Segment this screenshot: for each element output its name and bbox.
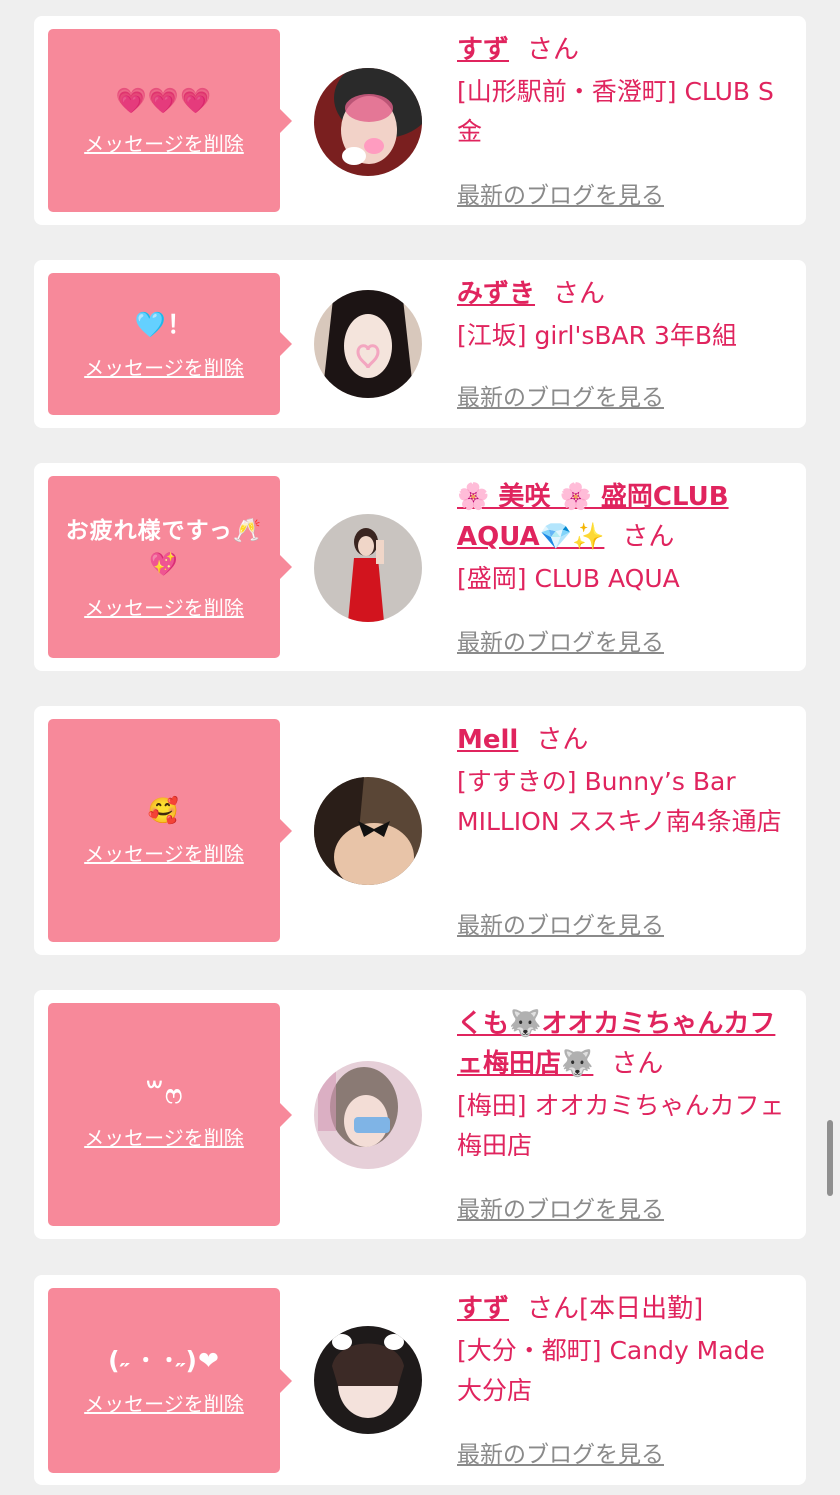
avatar[interactable]: [314, 1326, 422, 1434]
message-card: 💗💗💗 メッセージを削除 すず さん [山形駅前・香澄町] CLUB S金 最新の…: [34, 16, 806, 225]
honorific: さん: [622, 522, 675, 552]
sender-name-line: くも🐺オオカミちゃんカフェ梅田店🐺 さん: [457, 1004, 792, 1084]
shop-name: [大分・都町] Candy Made 大分店: [457, 1336, 765, 1405]
message-bubble: ꒳ෆ メッセージを削除: [48, 1003, 292, 1226]
sender-name-link[interactable]: みずき: [457, 279, 535, 309]
message-card: お疲れ様ですっ🥂💖 メッセージを削除 🌸 美咲 🌸 盛岡CLUB AQUA💎✨ さ…: [34, 463, 806, 671]
message-card: ꒳ෆ メッセージを削除 くも🐺オオカミちゃんカフェ梅田店🐺 さん [梅田] オオカ…: [34, 990, 806, 1239]
message-bubble: 🥰 メッセージを削除: [48, 719, 292, 942]
avatar[interactable]: [314, 777, 422, 885]
message-card: (˶ ･ ･˶)❤ メッセージを削除 すず さん[本日出勤] [大分・都町] Ca…: [34, 1275, 806, 1485]
sender-info: Mell さん [すすきの] Bunny’s Bar MILLION ススキノ南4…: [457, 720, 792, 842]
shop-name: [盛岡] CLUB AQUA: [457, 564, 680, 593]
message-text: (˶ ･ ･˶)❤: [108, 1346, 220, 1375]
avatar[interactable]: [314, 514, 422, 622]
message-card: 🥰 メッセージを削除 Mell さん [すすきの] Bunny’s Bar MIL…: [34, 706, 806, 955]
sender-info: くも🐺オオカミちゃんカフェ梅田店🐺 さん [梅田] オオカミちゃんカフェ梅田店: [457, 1004, 792, 1166]
name-extra: [本日出勤]: [579, 1294, 704, 1324]
sender-name-line: みずき さん: [457, 274, 792, 314]
avatar-photo-icon: [314, 514, 422, 622]
sender-name-line: Mell さん: [457, 720, 792, 760]
view-blog-link[interactable]: 最新のブログを見る: [457, 1435, 664, 1469]
delete-message-link[interactable]: メッセージを削除: [84, 838, 244, 867]
delete-message-link[interactable]: メッセージを削除: [84, 1388, 244, 1417]
message-bubble: 🩵！ メッセージを削除: [48, 273, 292, 415]
avatar-photo-icon: [314, 777, 422, 885]
view-blog-link[interactable]: 最新のブログを見る: [457, 378, 664, 412]
avatar[interactable]: [314, 1061, 422, 1169]
message-text: 🩵！: [134, 309, 194, 339]
sender-name-link[interactable]: すず: [457, 35, 509, 65]
message-text: ꒳ෆ: [144, 1080, 184, 1109]
sender-info: みずき さん [江坂] girl'sBAR 3年B組: [457, 274, 792, 356]
sender-name-link[interactable]: 🌸 美咲 🌸 盛岡CLUB AQUA💎✨: [457, 482, 729, 552]
sender-info: すず さん [山形駅前・香澄町] CLUB S金: [457, 30, 792, 152]
view-blog-link[interactable]: 最新のブログを見る: [457, 906, 664, 940]
message-text: 💗💗💗: [115, 86, 213, 115]
avatar-photo-icon: [314, 68, 422, 176]
honorific: さん: [527, 35, 580, 65]
message-bubble: お疲れ様ですっ🥂💖 メッセージを削除: [48, 476, 292, 658]
shop-name: [梅田] オオカミちゃんカフェ梅田店: [457, 1091, 785, 1160]
view-blog-link[interactable]: 最新のブログを見る: [457, 176, 664, 210]
shop-name: [山形駅前・香澄町] CLUB S金: [457, 77, 774, 146]
view-blog-link[interactable]: 最新のブログを見る: [457, 623, 664, 657]
view-blog-link[interactable]: 最新のブログを見る: [457, 1190, 664, 1224]
honorific: さん: [611, 1049, 664, 1079]
sender-info: 🌸 美咲 🌸 盛岡CLUB AQUA💎✨ さん [盛岡] CLUB AQUA: [457, 477, 792, 599]
delete-message-link[interactable]: メッセージを削除: [84, 128, 244, 157]
avatar-photo-icon: [314, 1061, 422, 1169]
avatar[interactable]: [314, 290, 422, 398]
delete-message-link[interactable]: メッセージを削除: [84, 1122, 244, 1151]
message-card: 🩵！ メッセージを削除 みずき さん [江坂] girl'sBAR 3年B組 最新…: [34, 260, 806, 428]
sender-name-link[interactable]: すず: [457, 1294, 509, 1324]
message-bubble: (˶ ･ ･˶)❤ メッセージを削除: [48, 1288, 292, 1473]
avatar-photo-icon: [314, 290, 422, 398]
message-text: お疲れ様ですっ🥂💖: [65, 517, 263, 578]
sender-name-line: 🌸 美咲 🌸 盛岡CLUB AQUA💎✨ さん: [457, 477, 792, 557]
delete-message-link[interactable]: メッセージを削除: [84, 592, 244, 621]
sender-name-line: すず さん: [457, 30, 792, 70]
honorific: さん: [536, 725, 589, 755]
shop-name: [すすきの] Bunny’s Bar MILLION ススキノ南4条通店: [457, 767, 782, 836]
message-bubble: 💗💗💗 メッセージを削除: [48, 29, 292, 212]
message-text: 🥰: [147, 796, 181, 825]
avatar-photo-icon: [314, 1326, 422, 1434]
scrollbar[interactable]: [827, 1120, 833, 1196]
delete-message-link[interactable]: メッセージを削除: [84, 352, 244, 381]
sender-name-link[interactable]: Mell: [457, 725, 518, 755]
sender-name-line: すず さん[本日出勤]: [457, 1289, 792, 1329]
message-list: 💗💗💗 メッセージを削除 すず さん [山形駅前・香澄町] CLUB S金 最新の…: [0, 0, 840, 1495]
shop-name: [江坂] girl'sBAR 3年B組: [457, 321, 738, 350]
honorific: さん: [527, 1294, 580, 1324]
avatar[interactable]: [314, 68, 422, 176]
honorific: さん: [553, 279, 606, 309]
sender-info: すず さん[本日出勤] [大分・都町] Candy Made 大分店: [457, 1289, 792, 1411]
